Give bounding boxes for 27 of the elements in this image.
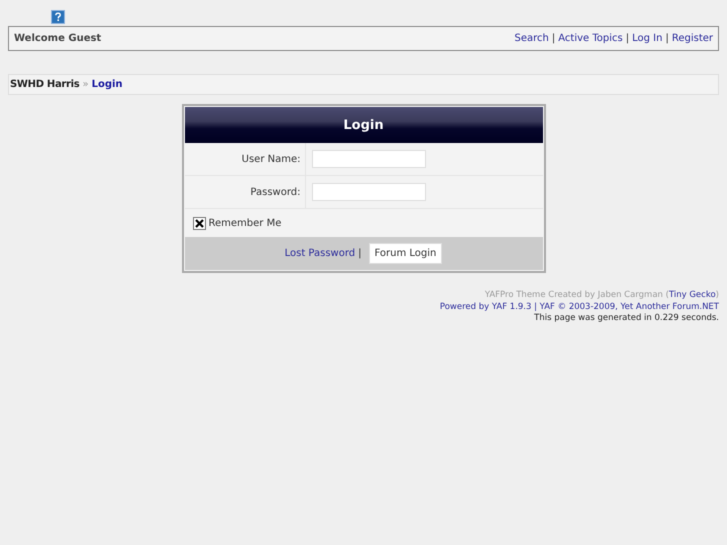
- credit-link[interactable]: Tiny Gecko: [668, 290, 716, 302]
- lost-password-link[interactable]: Lost Password: [284, 248, 356, 259]
- help-icon[interactable]: [51, 10, 65, 24]
- theme-credit-text: YAFPro Theme Created by Jaben Cargman (: [484, 290, 669, 302]
- breadcrumb-separator: »: [82, 79, 89, 90]
- separator-text: |: [552, 33, 556, 44]
- generation-time-text: This page was generated in 0.229 seconds.: [534, 313, 719, 324]
- checkbox[interactable]: [192, 216, 206, 230]
- nav-link[interactable]: Log In: [632, 33, 662, 44]
- input-field[interactable]: [312, 150, 426, 168]
- separator-text: |: [665, 33, 669, 44]
- input-field[interactable]: [312, 183, 426, 201]
- separator-text: |: [358, 248, 362, 259]
- checkbox-label: Remember Me: [208, 218, 282, 228]
- welcome-text: Welcome Guest: [14, 33, 102, 44]
- breadcrumb-text: SWHD Harris: [10, 79, 80, 90]
- separator-text: |: [626, 33, 630, 44]
- field-label: Password:: [250, 186, 300, 198]
- field-label: User Name:: [242, 154, 300, 164]
- paren-text: ): [716, 290, 719, 302]
- nav-link[interactable]: Active Topics: [558, 33, 623, 44]
- nav-link[interactable]: Register: [672, 33, 713, 44]
- nav-link[interactable]: Search: [514, 33, 549, 44]
- login-button[interactable]: Forum Login: [368, 243, 442, 264]
- panel-title: Login: [184, 107, 542, 143]
- powered-by-link[interactable]: Powered by YAF 1.9.3 | YAF © 2003-2009, Yet Another Forum.NET: [440, 302, 719, 313]
- breadcrumb-link[interactable]: Login: [92, 79, 123, 90]
